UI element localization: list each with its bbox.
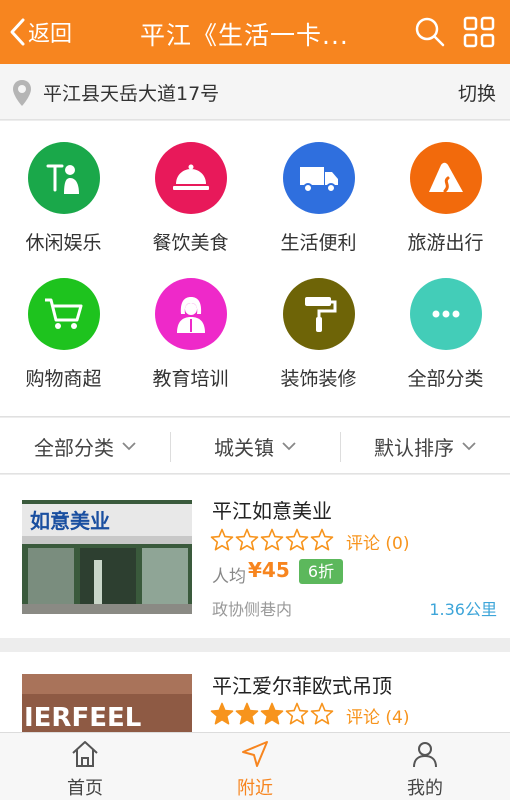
filter-bar: 全部分类 城关镇 默认排序 — [0, 418, 510, 474]
tab-label: 我的 — [407, 778, 443, 799]
cart-icon — [28, 278, 100, 350]
back-button[interactable]: 返回 — [8, 14, 72, 50]
app-header: 返回 平江《生活一卡... — [0, 0, 510, 64]
shop-area: 政协侧巷内 — [212, 600, 293, 619]
more-dots-icon — [410, 278, 482, 350]
mountain-icon — [410, 142, 482, 214]
category-life-services[interactable]: 生活便利 — [255, 121, 382, 254]
chevron-down-icon — [122, 442, 136, 451]
filter-category-label: 全部分类 — [34, 435, 114, 460]
tab-nearby[interactable]: 附近 — [170, 733, 340, 800]
filter-area-label: 城关镇 — [214, 435, 274, 460]
category-label: 教育培训 — [152, 368, 229, 390]
shop-sign-text: 如意美业 — [30, 509, 110, 533]
category-all[interactable]: 全部分类 — [382, 257, 509, 390]
paint-roller-icon — [283, 278, 355, 350]
star-empty-icon — [310, 702, 334, 725]
category-label: 装饰装修 — [280, 368, 357, 390]
tab-label: 首页 — [67, 778, 103, 799]
per-capita-label: 人均 — [212, 567, 246, 587]
category-label: 生活便利 — [280, 232, 357, 254]
chevron-down-icon — [282, 442, 296, 451]
category-label: 餐饮美食 — [152, 232, 229, 254]
category-travel[interactable]: 旅游出行 — [382, 121, 509, 254]
average-price: ¥45 — [248, 558, 290, 582]
star-filled-icon — [210, 702, 234, 725]
chevron-left-icon — [10, 18, 25, 46]
shop-photo: 如意美业 — [22, 500, 192, 614]
bottom-tab-bar: 首页 附近 我的 — [0, 732, 510, 800]
switch-location-button[interactable]: 切换 — [458, 79, 496, 106]
tab-home[interactable]: 首页 — [0, 733, 170, 800]
location-bar: 平江县天岳大道17号 切换 — [0, 64, 510, 120]
map-pin-icon — [13, 80, 31, 106]
tab-label: 附近 — [237, 778, 273, 799]
back-label: 返回 — [28, 22, 73, 47]
page-title: 平江《生活一卡... — [140, 21, 349, 50]
review-count[interactable]: 评论 (0) — [346, 529, 410, 554]
home-icon — [72, 741, 98, 767]
star-empty-icon — [310, 528, 334, 551]
review-count[interactable]: 评论 (4) — [346, 703, 410, 728]
star-empty-icon — [235, 528, 259, 551]
category-shopping[interactable]: 购物商超 — [0, 257, 127, 390]
category-label: 购物商超 — [25, 368, 102, 390]
category-label: 休闲娱乐 — [25, 232, 102, 254]
search-icon[interactable] — [414, 16, 446, 48]
navigation-arrow-icon — [242, 741, 268, 767]
truck-icon — [283, 142, 355, 214]
discount-badge: 6折 — [299, 559, 343, 584]
user-icon — [413, 742, 437, 768]
category-label: 全部分类 — [407, 368, 484, 390]
shop-list-item[interactable]: IERFEEL 平江爱尔菲欧式吊顶 评论 (4) — [0, 652, 510, 732]
tab-mine[interactable]: 我的 — [340, 733, 510, 800]
food-cloche-icon — [155, 142, 227, 214]
star-filled-icon — [235, 702, 259, 725]
shop-distance: 1.36公里 — [429, 600, 497, 619]
filter-area-dropdown[interactable]: 城关镇 — [170, 418, 340, 474]
teacher-icon — [155, 278, 227, 350]
star-rating — [210, 702, 335, 726]
category-leisure[interactable]: 休闲娱乐 — [0, 121, 127, 254]
shop-list-item[interactable]: 如意美业 平江如意美业 评论 (0) 人均 ¥45 6折 政协侧巷内 1.36公… — [0, 475, 510, 638]
star-empty-icon — [210, 528, 234, 551]
shop-sign-text: IERFEEL — [24, 703, 141, 732]
shop-photo: IERFEEL — [22, 674, 192, 732]
category-food[interactable]: 餐饮美食 — [127, 121, 254, 254]
filter-category-dropdown[interactable]: 全部分类 — [0, 418, 170, 474]
filter-sort-label: 默认排序 — [374, 435, 454, 460]
star-filled-icon — [260, 702, 284, 725]
category-education[interactable]: 教育培训 — [127, 257, 254, 390]
category-decoration[interactable]: 装饰装修 — [255, 257, 382, 390]
grid-menu-icon[interactable] — [463, 16, 495, 48]
star-empty-icon — [285, 702, 309, 725]
star-empty-icon — [260, 528, 284, 551]
current-address: 平江县天岳大道17号 — [43, 83, 220, 105]
category-grid: 休闲娱乐 餐饮美食 生活便利 旅游出行 购物商超 教育培训 装饰装修 全部分类 — [0, 121, 510, 417]
star-empty-icon — [285, 528, 309, 551]
chevron-down-icon — [462, 442, 476, 451]
shop-name: 平江爱尔菲欧式吊顶 — [212, 674, 392, 698]
filter-sort-dropdown[interactable]: 默认排序 — [340, 418, 510, 474]
star-rating — [210, 528, 335, 552]
leisure-icon — [28, 142, 100, 214]
category-label: 旅游出行 — [407, 232, 484, 254]
shop-name: 平江如意美业 — [212, 499, 332, 523]
